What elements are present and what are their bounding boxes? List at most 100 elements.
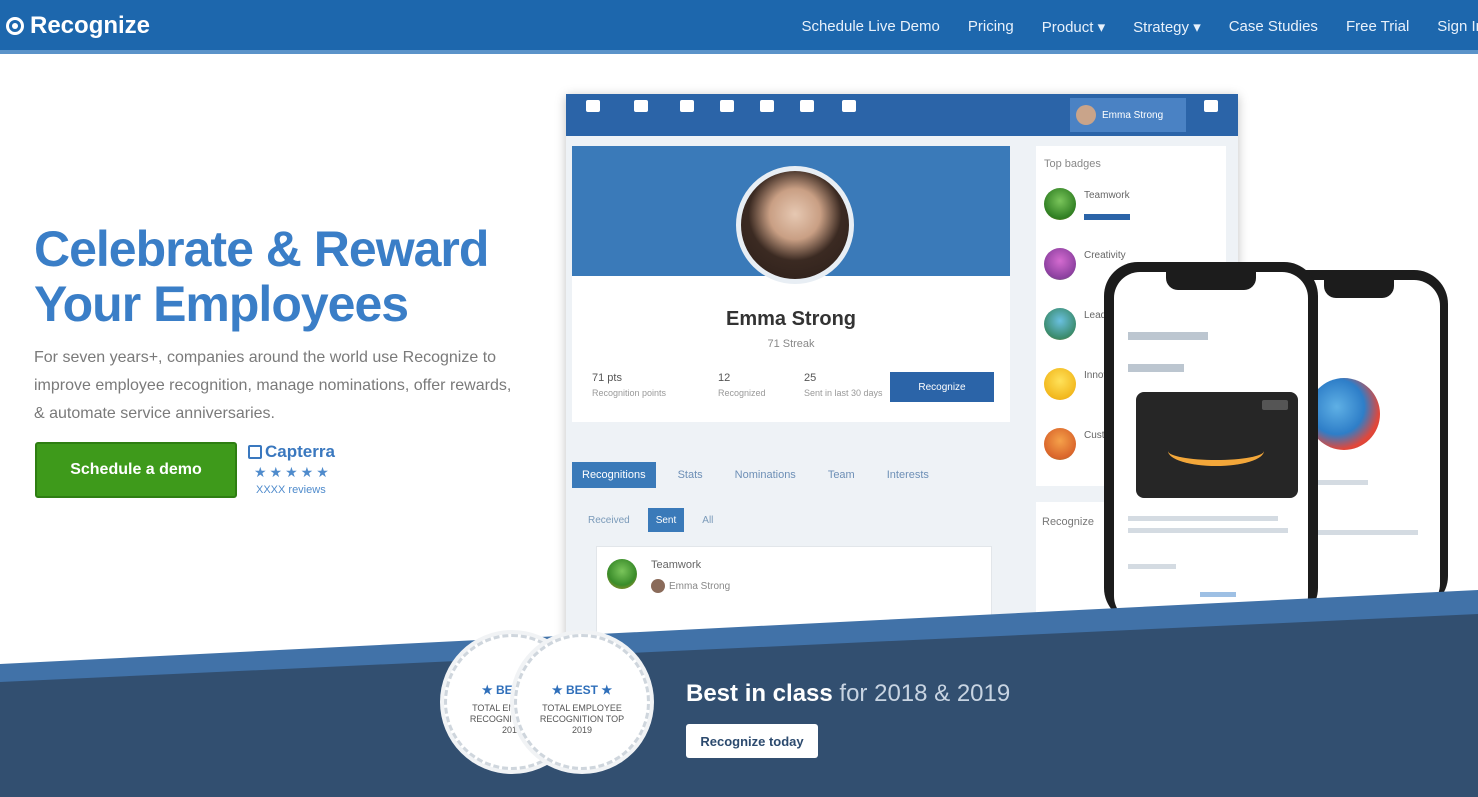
nav-links: Schedule Live Demo Pricing Product ▾ Str… bbox=[801, 18, 1478, 36]
nav-link-sign-in[interactable]: Sign In bbox=[1437, 18, 1478, 36]
badge-icon bbox=[1044, 188, 1076, 220]
feed-title: Teamwork bbox=[651, 559, 702, 571]
text-placeholder bbox=[1128, 332, 1208, 340]
schedule-demo-button[interactable]: Schedule a demo bbox=[35, 442, 237, 498]
badge-label: Teamwork bbox=[1084, 190, 1130, 201]
profile-stat: 71 pts Recognition points bbox=[592, 372, 666, 398]
user-avatar bbox=[651, 579, 665, 593]
stat-label: Recognized bbox=[718, 388, 766, 398]
gift-card-tag bbox=[1262, 400, 1288, 410]
app-nav-item bbox=[832, 100, 866, 116]
badge-icon bbox=[1044, 428, 1076, 460]
stat-value: 71 pts bbox=[592, 372, 622, 384]
nav-icon bbox=[760, 100, 774, 112]
stat-value: 25 bbox=[804, 372, 817, 384]
hero-title: Celebrate & Reward Your Employees bbox=[34, 222, 494, 332]
subtab-sent: Sent bbox=[647, 508, 685, 532]
tab-nominations: Nominations bbox=[734, 469, 796, 481]
profile-stat: 12 Recognized bbox=[718, 372, 766, 398]
app-nav-item bbox=[624, 100, 658, 116]
nav-icon bbox=[680, 100, 694, 112]
app-nav-item bbox=[670, 100, 704, 116]
text-placeholder bbox=[1128, 516, 1278, 521]
side-panel-title: Top badges bbox=[1044, 158, 1101, 170]
logo-text: Recognize bbox=[30, 12, 151, 39]
amazon-smile-icon bbox=[1168, 436, 1264, 466]
capterra-name: Capterra bbox=[265, 442, 335, 461]
nav-icon bbox=[1204, 100, 1218, 112]
recognize-panel-title: Recognize bbox=[1042, 516, 1094, 528]
feed-user-name: Emma Strong bbox=[669, 580, 731, 592]
profile-avatar bbox=[736, 166, 854, 284]
globe-badge-icon bbox=[1308, 378, 1380, 450]
tab-team: Team bbox=[827, 469, 855, 481]
awards-headline-bold: Best in class bbox=[686, 680, 833, 707]
seal-text: TOTAL EMPLOYEE RECOGNITION TOP 2019 bbox=[539, 703, 625, 735]
feed-user: Emma Strong bbox=[651, 579, 730, 593]
user-chip-name: Emma Strong bbox=[1102, 109, 1164, 121]
subtab-received: Received bbox=[588, 514, 630, 526]
reviews-count: XXXX reviews bbox=[256, 484, 326, 496]
profile-subtitle: 71 Streak bbox=[767, 338, 815, 350]
nav-icon bbox=[720, 100, 734, 112]
profile-recognize-button: Recognize bbox=[890, 372, 994, 402]
rating-stars: ★★★★★ bbox=[254, 464, 332, 480]
stat-value: 12 bbox=[718, 372, 731, 384]
user-chip: Emma Strong bbox=[1070, 98, 1186, 132]
capterra-logo: Capterra bbox=[248, 442, 348, 462]
app-nav-item bbox=[576, 100, 610, 116]
nav-link-demo[interactable]: Schedule Live Demo bbox=[801, 18, 939, 36]
app-nav-item bbox=[1194, 100, 1228, 116]
phone-notch bbox=[1166, 272, 1256, 290]
logo-icon bbox=[6, 17, 24, 35]
badge-icon bbox=[1044, 248, 1076, 280]
nav-link-free-trial[interactable]: Free Trial bbox=[1346, 18, 1409, 36]
profile-tabs: Recognitions Stats Nominations Team Inte… bbox=[572, 462, 939, 488]
nav-icon bbox=[800, 100, 814, 112]
stat-label: Recognition points bbox=[592, 388, 667, 398]
text-placeholder bbox=[1128, 364, 1184, 372]
chevron-down-icon: ▾ bbox=[1097, 19, 1106, 36]
app-nav-item bbox=[790, 100, 824, 116]
app-nav-item bbox=[710, 100, 744, 116]
award-seal: ★ BEST ★ TOTAL EMPLOYEE RECOGNITION TOP … bbox=[514, 634, 650, 770]
stat-label: Sent in last 30 days bbox=[804, 388, 883, 398]
phone-mockup-front bbox=[1104, 262, 1318, 622]
subtab-all: All bbox=[702, 514, 714, 526]
nav-icon bbox=[586, 100, 600, 112]
nav-icon bbox=[634, 100, 648, 112]
seal-heading: ★ BEST ★ bbox=[551, 683, 613, 697]
capterra-rating[interactable]: Capterra ★★★★★ XXXX reviews bbox=[248, 442, 348, 496]
text-placeholder bbox=[1128, 528, 1288, 533]
text-placeholder bbox=[1128, 564, 1176, 569]
nav-link-product[interactable]: Product ▾ bbox=[1042, 18, 1105, 36]
chevron-down-icon: ▾ bbox=[1193, 19, 1201, 36]
profile-stat: 25 Sent in last 30 days bbox=[804, 372, 883, 398]
app-header-bar: Emma Strong bbox=[566, 94, 1238, 136]
app-nav-item bbox=[750, 100, 784, 116]
hero-title-line2: Your Employees bbox=[34, 276, 409, 332]
hero-description: For seven years+, companies around the w… bbox=[34, 349, 512, 422]
amazon-gift-card bbox=[1136, 392, 1298, 498]
top-navigation: Recognize Schedule Live Demo Pricing Pro… bbox=[0, 0, 1478, 54]
awards-headline: Best in class for 2018 & 2019 bbox=[686, 680, 1010, 708]
phone-screen bbox=[1114, 272, 1308, 622]
recognize-today-button[interactable]: Recognize today bbox=[686, 724, 818, 758]
profile-subtabs: Received Sent All bbox=[580, 508, 721, 532]
tab-recognitions: Recognitions bbox=[572, 462, 656, 488]
phone-notch bbox=[1324, 280, 1394, 298]
nav-link-product-label: Product bbox=[1041, 19, 1094, 36]
badge-icon bbox=[607, 559, 637, 589]
nav-link-case-studies[interactable]: Case Studies bbox=[1229, 18, 1318, 36]
capterra-icon bbox=[248, 445, 262, 459]
badge-label: Creativity bbox=[1084, 250, 1126, 261]
profile-name: Emma Strong bbox=[725, 308, 857, 330]
badge-icon bbox=[1044, 308, 1076, 340]
logo[interactable]: Recognize bbox=[6, 12, 150, 40]
nav-link-strategy[interactable]: Strategy ▾ bbox=[1133, 18, 1201, 36]
nav-icon bbox=[842, 100, 856, 112]
tab-interests: Interests bbox=[886, 469, 929, 481]
nav-link-pricing[interactable]: Pricing bbox=[968, 18, 1014, 36]
badge-icon bbox=[1044, 368, 1076, 400]
nav-link-strategy-label: Strategy bbox=[1133, 19, 1190, 36]
